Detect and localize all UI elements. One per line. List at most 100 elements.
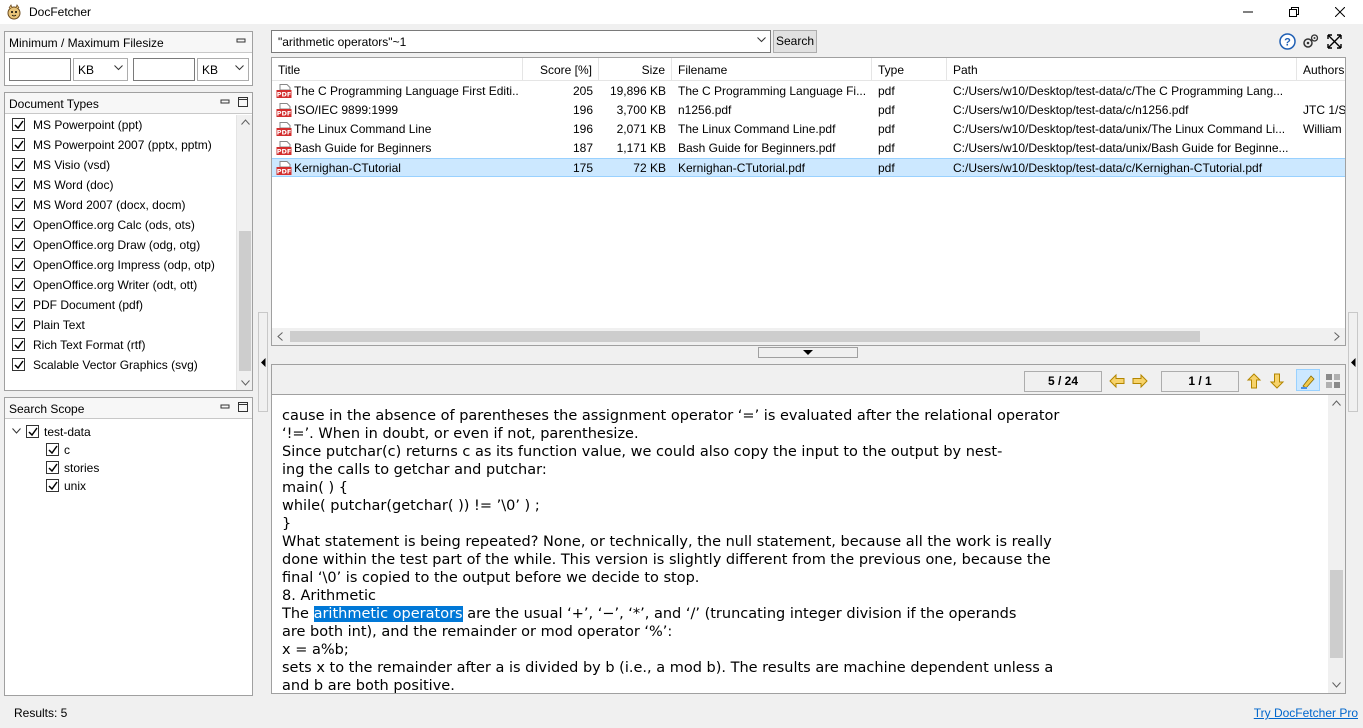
min-filesize-input[interactable] (9, 58, 71, 81)
table-row[interactable]: PDF The C Programming Language First Edit… (272, 82, 1345, 101)
minimize-panel-icon[interactable] (218, 95, 232, 109)
tree-item-stories[interactable]: stories (5, 459, 252, 477)
doctype-checkbox[interactable] (12, 238, 25, 251)
checkmark-icon (14, 180, 24, 190)
chevron-up-icon[interactable] (241, 119, 250, 125)
doctype-label: MS Powerpoint (ppt) (33, 118, 143, 132)
maximize-panel-icon[interactable] (236, 400, 250, 414)
close-button[interactable] (1317, 0, 1363, 24)
chevron-right-icon[interactable] (1334, 332, 1340, 341)
doctype-checkbox[interactable] (12, 258, 25, 271)
doctype-item[interactable]: MS Word 2007 (docx, docm) (5, 195, 237, 215)
table-row[interactable]: PDF The Linux Command Line 196 2,071 KB The … (272, 120, 1345, 139)
doctype-checkbox[interactable] (12, 298, 25, 311)
doctype-item[interactable]: PDF Document (pdf) (5, 295, 237, 315)
left-panel-toggle[interactable] (258, 312, 268, 412)
doctype-item[interactable]: OpenOffice.org Impress (odp, otp) (5, 255, 237, 275)
doctype-checkbox[interactable] (12, 358, 25, 371)
tree-checkbox[interactable] (46, 443, 59, 456)
highlight-toggle-button[interactable] (1296, 369, 1320, 391)
doctype-checkbox[interactable] (12, 118, 25, 131)
column-header-title[interactable]: Title (272, 58, 523, 81)
table-row[interactable]: PDF Bash Guide for Beginners 187 1,171 KB Ba… (272, 139, 1345, 158)
tree-checkbox[interactable] (46, 479, 59, 492)
next-page-icon[interactable] (1131, 372, 1149, 390)
tree-checkbox[interactable] (46, 461, 59, 474)
doctype-checkbox[interactable] (12, 138, 25, 151)
max-unit-select[interactable]: KB (197, 58, 249, 81)
results-count: Results: 5 (14, 706, 68, 720)
maximize-button[interactable] (1271, 0, 1317, 24)
doctype-checkbox[interactable] (12, 198, 25, 211)
tree-item-unix[interactable]: unix (5, 477, 252, 495)
column-header-size[interactable]: Size (599, 58, 672, 81)
previous-page-icon[interactable] (1108, 372, 1126, 390)
splitter-handle[interactable] (758, 347, 858, 358)
minimize-panel-icon[interactable] (234, 34, 248, 48)
chevron-up-icon[interactable] (1332, 400, 1341, 406)
preview-text: cause in the absence of parentheses the … (282, 407, 1059, 693)
column-header-path[interactable]: Path (947, 58, 1297, 81)
minimize-panel-icon[interactable] (218, 400, 232, 414)
right-panel-toggle[interactable] (1348, 312, 1358, 412)
chevron-left-icon[interactable] (277, 332, 283, 341)
doctype-checkbox[interactable] (12, 178, 25, 191)
search-button[interactable]: Search (773, 30, 817, 53)
scrollbar-thumb[interactable] (290, 331, 1200, 342)
preview-pane[interactable]: cause in the absence of parentheses the … (271, 394, 1346, 694)
maximize-view-icon[interactable] (1326, 33, 1343, 50)
doctype-checkbox[interactable] (12, 158, 25, 171)
minimize-button[interactable] (1225, 0, 1271, 24)
help-icon[interactable]: ? (1279, 33, 1296, 50)
column-header-type[interactable]: Type (872, 58, 947, 81)
scrollbar-thumb[interactable] (239, 231, 251, 371)
preferences-icon[interactable] (1302, 33, 1319, 50)
doctype-item[interactable]: MS Word (doc) (5, 175, 237, 195)
document-types-list: MS Powerpoint (ppt) MS Powerpoint 2007 (p… (5, 115, 237, 390)
doctype-item[interactable]: MS Visio (vsd) (5, 155, 237, 175)
doctype-item[interactable]: Plain Text (5, 315, 237, 335)
root-checkbox[interactable] (26, 425, 39, 438)
doctype-item[interactable]: OpenOffice.org Draw (odg, otg) (5, 235, 237, 255)
table-row[interactable]: PDF ISO/IEC 9899:1999 196 3,700 KB n1256.pdf… (272, 101, 1345, 120)
doctype-item[interactable]: Rich Text Format (rtf) (5, 335, 237, 355)
min-unit-select[interactable]: KB (73, 58, 128, 81)
preview-vertical-scrollbar[interactable] (1328, 395, 1345, 693)
tree-item-label: c (64, 443, 70, 457)
column-header-score[interactable]: Score [%] (523, 58, 599, 81)
doctype-item[interactable]: MS Powerpoint (ppt) (5, 115, 237, 135)
chevron-down-icon[interactable] (1332, 682, 1341, 688)
doctype-checkbox[interactable] (12, 218, 25, 231)
checkmark-icon (14, 280, 24, 290)
max-filesize-input[interactable] (133, 58, 195, 81)
try-pro-link[interactable]: Try DocFetcher Pro (1254, 706, 1358, 720)
doctype-checkbox[interactable] (12, 338, 25, 351)
view-mode-icon[interactable] (1324, 372, 1342, 390)
doctype-checkbox[interactable] (12, 318, 25, 331)
table-row[interactable]: PDF Kernighan-CTutorial 175 72 KB Kernighan-… (272, 158, 1345, 177)
doctype-item[interactable]: MS Powerpoint 2007 (pptx, pptm) (5, 135, 237, 155)
scrollbar-thumb[interactable] (1330, 570, 1343, 658)
maximize-panel-icon[interactable] (236, 95, 250, 109)
previous-match-icon[interactable] (1245, 372, 1263, 390)
column-header-authors[interactable]: Authors (1297, 58, 1345, 81)
doctype-item[interactable]: OpenOffice.org Writer (odt, ott) (5, 275, 237, 295)
doctype-item[interactable]: Scalable Vector Graphics (svg) (5, 355, 237, 375)
checkmark-icon (14, 240, 24, 250)
chevron-expanded-icon[interactable] (12, 428, 21, 434)
chevron-down-icon[interactable] (241, 380, 250, 386)
cell-filename: Kernighan-CTutorial.pdf (678, 161, 805, 175)
tree-item-root[interactable]: test-data (5, 423, 252, 441)
doctype-item[interactable]: OpenOffice.org Calc (ods, ots) (5, 215, 237, 235)
results-horizontal-scrollbar[interactable] (272, 328, 1345, 345)
svg-text:PDF: PDF (277, 91, 292, 99)
chevron-down-icon[interactable] (757, 37, 766, 43)
column-header-filename[interactable]: Filename (672, 58, 872, 81)
doctype-checkbox[interactable] (12, 278, 25, 291)
next-match-icon[interactable] (1268, 372, 1286, 390)
document-types-scrollbar[interactable] (236, 115, 252, 390)
tree-item-c[interactable]: c (5, 441, 252, 459)
cell-score: 175 (572, 161, 593, 175)
search-input[interactable]: "arithmetic operators"~1 (271, 30, 771, 53)
cell-size: 2,071 KB (616, 122, 666, 136)
